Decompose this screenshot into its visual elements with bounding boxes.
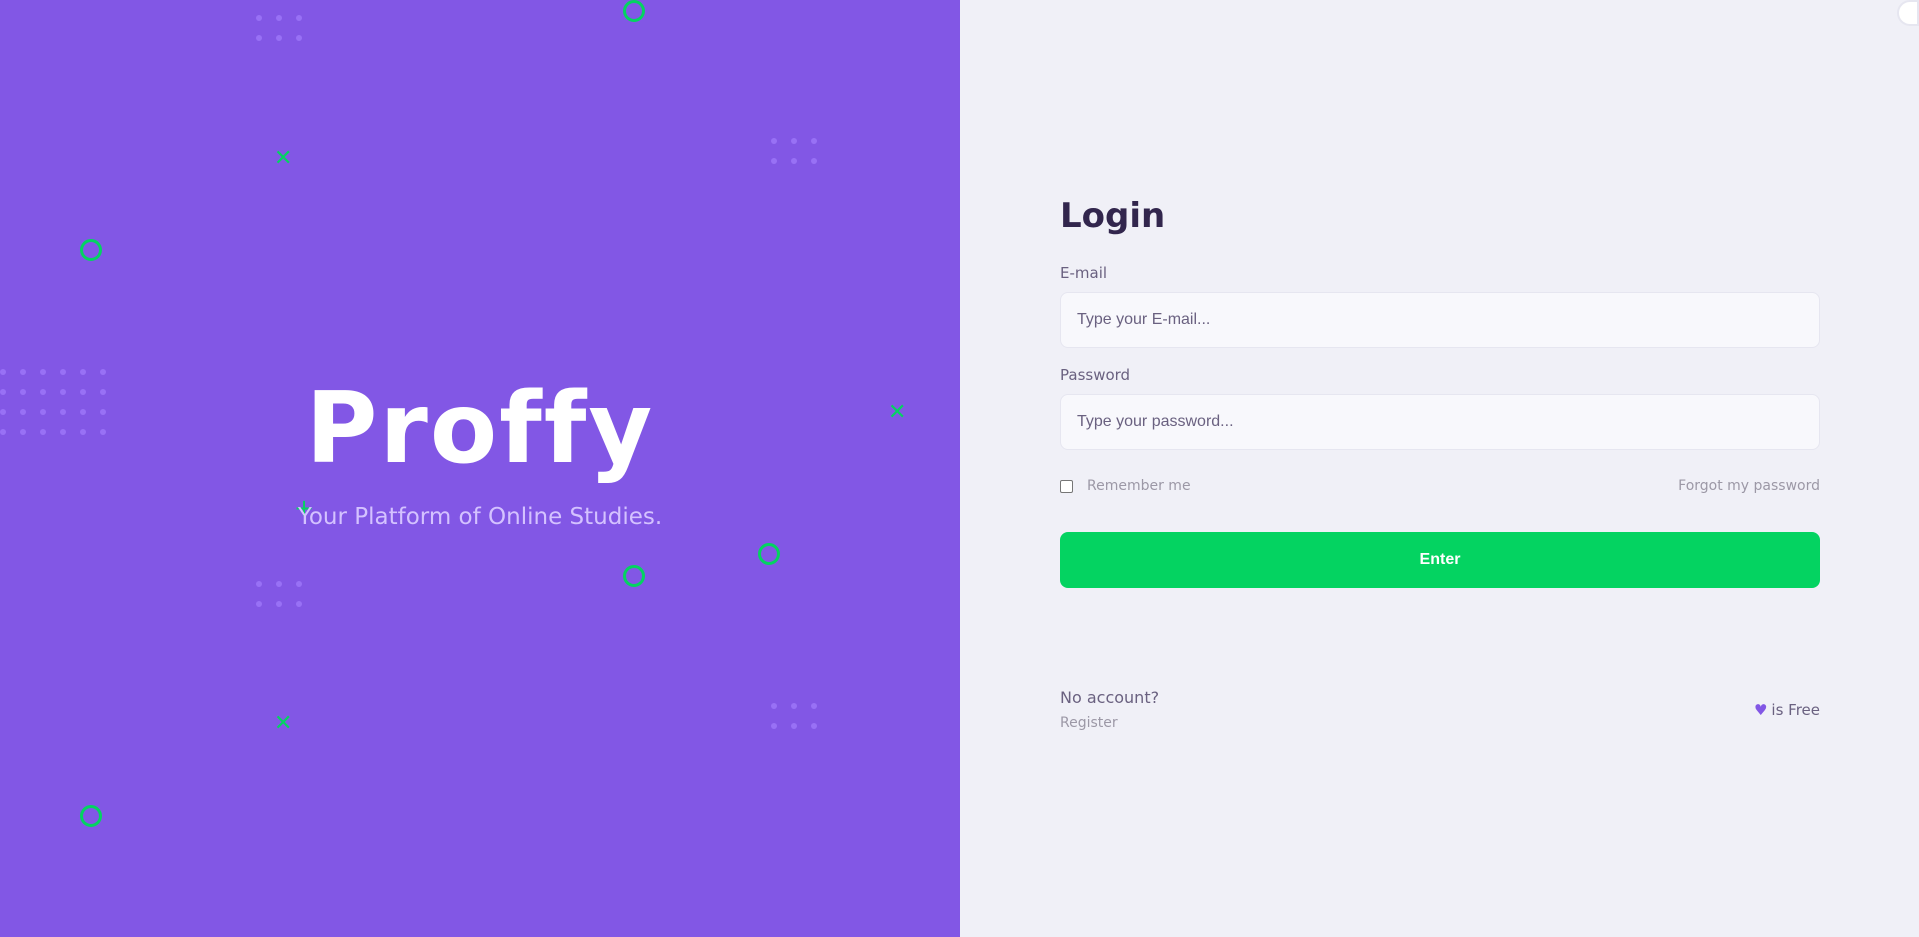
brand-tagline: Your Platform of Online Studies. bbox=[297, 504, 663, 530]
email-label: E-mail bbox=[1060, 264, 1108, 282]
theme-toggle-icon[interactable] bbox=[1897, 0, 1919, 26]
remember-checkbox[interactable] bbox=[1060, 479, 1073, 493]
login-form: Login E-mail Password Remember me Forgot… bbox=[1060, 196, 1820, 588]
decor-circle-icon bbox=[80, 239, 102, 261]
login-options: Remember me Forgot my password bbox=[1060, 474, 1820, 498]
no-account-text: No account? bbox=[1060, 688, 1160, 707]
enter-button[interactable]: Enter bbox=[1060, 532, 1820, 588]
brand-panel: ✕ ✕ ✕ + Proffy Your Platform of Online S… bbox=[0, 0, 960, 937]
decor-circle-icon bbox=[80, 805, 102, 827]
decor-cross-icon: ✕ bbox=[274, 146, 293, 171]
brand-block: Proffy Your Platform of Online Studies. bbox=[0, 380, 960, 530]
decor-dots bbox=[256, 15, 302, 41]
proffy-logo: Proffy bbox=[305, 372, 655, 486]
decor-circle-icon bbox=[623, 565, 645, 587]
remember-me[interactable]: Remember me bbox=[1060, 478, 1191, 494]
page-title: Login bbox=[1060, 196, 1166, 236]
decor-dots bbox=[771, 703, 817, 729]
password-field[interactable] bbox=[1060, 394, 1820, 450]
decor-dots bbox=[256, 581, 302, 607]
remember-label: Remember me bbox=[1087, 478, 1191, 494]
heart-icon: ♥ bbox=[1753, 700, 1768, 719]
free-note: ♥ is Free bbox=[1754, 701, 1820, 719]
forgot-password-link[interactable]: Forgot my password bbox=[1678, 478, 1820, 494]
login-footer: No account? Register ♥ is Free bbox=[1060, 688, 1820, 731]
register-link[interactable]: Register bbox=[1060, 715, 1159, 731]
decor-circle-icon bbox=[758, 543, 780, 565]
email-field[interactable] bbox=[1060, 292, 1820, 348]
decor-dots bbox=[771, 138, 817, 164]
password-label: Password bbox=[1060, 366, 1131, 384]
decor-circle-icon bbox=[623, 0, 645, 22]
free-text: is Free bbox=[1771, 700, 1820, 719]
decor-cross-icon: ✕ bbox=[274, 711, 293, 736]
register-block: No account? Register bbox=[1060, 688, 1159, 731]
